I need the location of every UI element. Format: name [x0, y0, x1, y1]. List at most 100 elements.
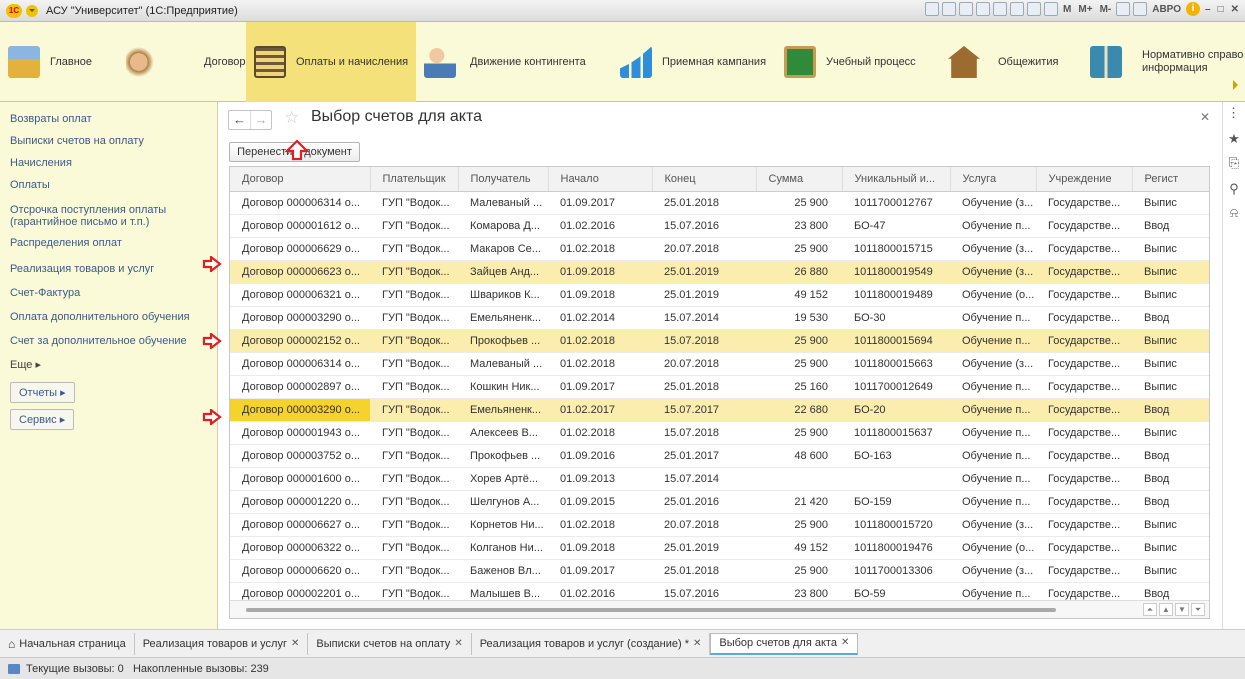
column-header[interactable]: Учреждение	[1036, 167, 1133, 192]
table-row[interactable]: Договор 000002152 о... ГУП "Водок... Проко…	[230, 329, 1209, 353]
column-header[interactable]: Уникальный и...	[842, 167, 951, 192]
link-icon[interactable]	[976, 2, 991, 16]
nav-item-invoice-statements[interactable]: Выписки счетов на оплату	[0, 135, 217, 157]
maximize-button[interactable]: □	[1216, 4, 1226, 15]
section-contracts[interactable]: Договоры	[118, 22, 253, 102]
section-main[interactable]: Главное	[0, 22, 118, 102]
scroll-down-icon[interactable]: ▼	[1175, 603, 1189, 616]
section-study[interactable]: Учебный процесс	[776, 22, 940, 102]
back-button[interactable]: ←	[229, 111, 250, 129]
nav-item-payment-distribution[interactable]: Распределения оплат	[0, 237, 217, 263]
table-row[interactable]: Договор 000006322 о... ГУП "Водок... Колга…	[230, 536, 1209, 560]
main-menu-button[interactable]	[26, 4, 38, 17]
table-row[interactable]: Договор 000006627 о... ГУП "Водок... Корне…	[230, 513, 1209, 537]
table-cell: 25 900	[756, 237, 842, 261]
minimize-button[interactable]: –	[1203, 4, 1213, 15]
apps-grid-icon[interactable]: ⋮⋮	[1227, 106, 1245, 120]
column-header[interactable]: Сумма	[756, 167, 843, 192]
nav-item-additional-education-invoice[interactable]: Счет за дополнительное обучение	[0, 335, 217, 358]
nav-item-additional-education-payment[interactable]: Оплата дополнительного обучения	[0, 311, 217, 335]
scroll-top-icon[interactable]: ⏶	[1143, 603, 1157, 616]
section-dormitory[interactable]: Общежития	[940, 22, 1082, 102]
table-cell: Ввод	[1132, 490, 1209, 514]
table-row[interactable]: Договор 000006620 о... ГУП "Водок... Бажен…	[230, 559, 1209, 583]
table-row[interactable]: Договор 000003290 о... ГУП "Водок... Емель…	[230, 306, 1209, 330]
section-admission[interactable]: Приемная кампания	[612, 22, 776, 102]
save-icon[interactable]	[925, 2, 940, 16]
column-header[interactable]: Получатель	[458, 167, 549, 192]
table-cell: 1011800019476	[842, 536, 950, 560]
close-form-icon[interactable]: ✕	[1200, 110, 1210, 124]
memory-button[interactable]: M	[1061, 4, 1073, 15]
window-icon[interactable]	[1133, 2, 1148, 16]
table-row[interactable]: Договор 000001943 о... ГУП "Водок... Алекс…	[230, 421, 1209, 445]
nav-item-payment-deferral[interactable]: Отсрочка поступления оплаты (гарантийное…	[0, 204, 217, 237]
table-row[interactable]: Договор 000003752 о... ГУП "Водок... Проко…	[230, 444, 1209, 468]
nav-item-payments[interactable]: Оплаты	[0, 179, 217, 204]
scrollbar-thumb[interactable]	[246, 608, 1056, 612]
nav-item-more[interactable]: Еще ▸	[0, 358, 217, 378]
memory-plus-button[interactable]: M+	[1076, 4, 1094, 15]
section-label: Главное	[50, 55, 93, 68]
history-icon[interactable]: ⎘	[1227, 156, 1241, 170]
close-tab-icon[interactable]: ✕	[841, 632, 849, 654]
reports-button[interactable]: Отчеты ▸	[10, 382, 75, 403]
tab-invoice-selection[interactable]: Выбор счетов для акта ✕	[710, 632, 859, 655]
table-cell: 23 800	[756, 214, 842, 238]
table-cell: 25.01.2017	[652, 444, 756, 468]
section-payments[interactable]: Оплаты и начисления	[246, 22, 416, 102]
nav-item-refunds[interactable]: Возвраты оплат	[0, 113, 217, 135]
preview-icon[interactable]	[959, 2, 974, 16]
nav-item-charges[interactable]: Начисления	[0, 157, 217, 179]
tab-invoice-statements[interactable]: Выписки счетов на оплату ✕	[308, 632, 472, 655]
scroll-up-icon[interactable]: ▲	[1159, 603, 1173, 616]
table-row[interactable]: Договор 000001220 о... ГУП "Водок... Шелгу…	[230, 490, 1209, 514]
forward-button[interactable]: →	[250, 111, 271, 129]
close-tab-icon[interactable]: ✕	[693, 633, 701, 655]
user-button[interactable]: АВРО	[1150, 4, 1183, 15]
sections-scroll-right-icon[interactable]	[1233, 80, 1243, 90]
table-cell: Швариков К...	[458, 283, 548, 307]
tab-goods-services-sales[interactable]: Реализация товаров и услуг ✕	[135, 632, 309, 655]
column-header[interactable]: Услуга	[950, 167, 1037, 192]
tab-home[interactable]: ⌂ Начальная страница	[0, 632, 135, 655]
section-contingent[interactable]: Движение контингента	[416, 22, 612, 102]
column-header[interactable]: Регист	[1132, 167, 1209, 192]
print-icon[interactable]	[942, 2, 957, 16]
zoom-icon[interactable]	[1116, 2, 1131, 16]
table-row[interactable]: Договор 000006314 о... ГУП "Водок... Малев…	[230, 191, 1209, 215]
search-icon[interactable]: ⚲	[1227, 182, 1241, 196]
memory-minus-button[interactable]: M-	[1098, 4, 1114, 15]
column-header[interactable]: Конец	[652, 167, 757, 192]
table-row[interactable]: Договор 000006321 о... ГУП "Водок... Швари…	[230, 283, 1209, 307]
service-button[interactable]: Сервис ▸	[10, 409, 75, 430]
section-reference[interactable]: Нормативно справо информация	[1082, 22, 1245, 102]
favorite-star-icon[interactable]: ☆	[284, 108, 299, 128]
table-row[interactable]: Договор 000006623 о... ГУП "Водок... Зайце…	[230, 260, 1209, 284]
table-cell: 25 900	[756, 421, 842, 445]
table-row[interactable]: Договор 000003290 о... ГУП "Водок... Емель…	[230, 398, 1209, 422]
calendar-31-icon[interactable]	[1044, 2, 1059, 16]
close-window-button[interactable]: ✕	[1229, 4, 1241, 15]
table-row[interactable]: Договор 000001612 о... ГУП "Водок... Комар…	[230, 214, 1209, 238]
horizontal-scrollbar[interactable]: ⏶ ▲ ▼ ⏷	[230, 600, 1209, 618]
column-header[interactable]: Плательщик	[370, 167, 459, 192]
copy-icon[interactable]	[993, 2, 1008, 16]
table-row[interactable]: Договор 000001600 о... ГУП "Водок... Хорев…	[230, 467, 1209, 491]
table-row[interactable]: Договор 000006314 о... ГУП "Водок... Малев…	[230, 352, 1209, 376]
info-icon[interactable]: i	[1186, 2, 1200, 16]
close-tab-icon[interactable]: ✕	[454, 633, 462, 655]
column-header[interactable]: Договор	[230, 167, 371, 192]
scroll-bottom-icon[interactable]: ⏷	[1191, 603, 1205, 616]
close-tab-icon[interactable]: ✕	[291, 633, 299, 655]
calendar-icon[interactable]	[1027, 2, 1042, 16]
nav-item-invoice[interactable]: Счет-Фактура	[0, 287, 217, 311]
column-header[interactable]: Начало	[548, 167, 653, 192]
notifications-bell-icon[interactable]: ⍾	[1227, 206, 1241, 220]
tab-goods-services-sales-new[interactable]: Реализация товаров и услуг (создание) * …	[472, 632, 711, 655]
calculator-icon[interactable]	[1010, 2, 1025, 16]
table-row[interactable]: Договор 000002897 о... ГУП "Водок... Кошки…	[230, 375, 1209, 399]
nav-item-goods-services-sales[interactable]: Реализация товаров и услуг	[0, 263, 217, 287]
table-row[interactable]: Договор 000006629 о... ГУП "Водок... Макар…	[230, 237, 1209, 261]
favorites-star-icon[interactable]: ★	[1227, 132, 1241, 146]
